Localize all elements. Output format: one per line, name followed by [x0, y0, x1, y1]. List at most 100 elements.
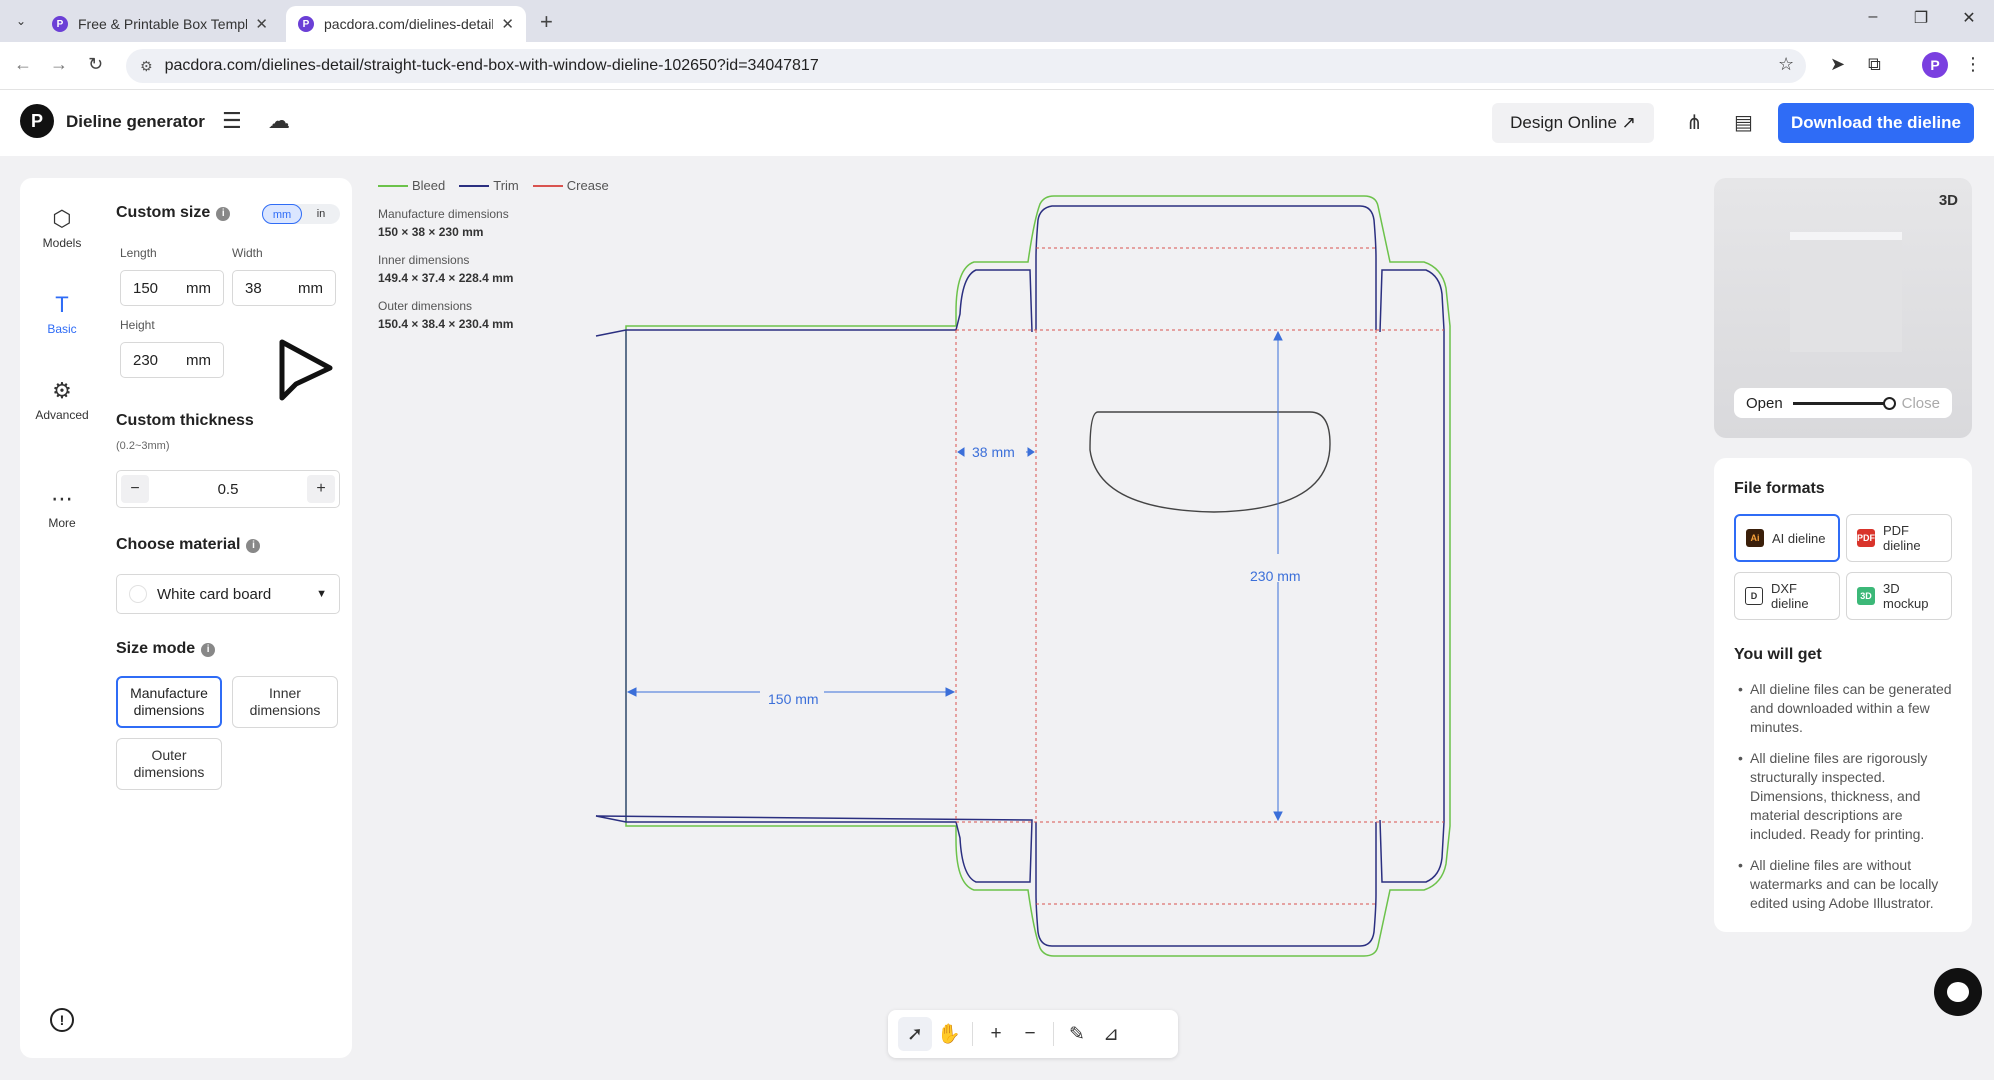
dim-label: Inner dimensions: [378, 253, 470, 267]
length-input[interactable]: 150 mm: [120, 270, 224, 306]
crease-lines: [955, 247, 1444, 905]
zoom-in-icon[interactable]: +: [979, 1017, 1013, 1051]
tab-close-icon[interactable]: ✕: [501, 15, 514, 33]
forward-icon[interactable]: →: [50, 54, 68, 75]
bookmark-star-icon[interactable]: ☆: [1778, 54, 1794, 75]
trim-outline: [595, 205, 1445, 947]
height-label: Height: [120, 318, 155, 332]
dieline-canvas[interactable]: [590, 190, 1460, 970]
width-input[interactable]: 38 mm: [232, 270, 336, 306]
increase-icon[interactable]: +: [306, 475, 335, 503]
url-field[interactable]: ⚙ pacdora.com/dielines-detail/straight-t…: [126, 49, 1806, 83]
format-dxf-button[interactable]: D DXF dieline: [1734, 572, 1840, 620]
height-input[interactable]: 230 mm: [120, 342, 224, 378]
size-mode-text: Size mode: [116, 640, 196, 657]
canvas-toolbar: ➚ ✋ + − ✎ ⊿: [888, 1010, 1178, 1058]
box-preview-image: [1790, 232, 1902, 352]
unit-suffix: mm: [298, 279, 323, 297]
mode-outer-button[interactable]: Outer dimensions: [116, 738, 222, 790]
decrease-icon[interactable]: −: [121, 475, 149, 503]
hand-pan-icon[interactable]: ✋: [932, 1017, 966, 1051]
rail-advanced[interactable]: ⚙ Advanced: [20, 378, 104, 422]
feedback-info-icon[interactable]: !: [50, 1008, 74, 1032]
download-dieline-button[interactable]: Download the dieline: [1778, 103, 1974, 143]
trim-swatch: [459, 184, 490, 187]
info-icon[interactable]: i: [216, 207, 231, 221]
tab-search-icon[interactable]: ⌄: [10, 10, 32, 32]
bleed-swatch: [378, 184, 408, 187]
rail-label: More: [48, 516, 76, 530]
custom-size-text: Custom size: [116, 204, 211, 221]
dim-value: 150.4 × 38.4 × 230.4 mm: [378, 317, 514, 331]
browser-tab-1[interactable]: P Free & Printable Box Templat ✕: [40, 6, 280, 42]
cloud-icon[interactable]: ☁: [268, 108, 290, 134]
file-formats-panel: File formats Ai AI dieline PDF PDF dieli…: [1714, 458, 1972, 932]
pdf-file-icon: PDF: [1857, 529, 1875, 547]
unit-in-option[interactable]: in: [302, 204, 340, 224]
share-icon[interactable]: ⋔: [1686, 110, 1703, 135]
box-library-icon[interactable]: ▤: [1734, 110, 1753, 135]
ruler-icon[interactable]: ⊿: [1094, 1017, 1128, 1051]
legend-trim: Trim: [459, 178, 519, 193]
format-3d-button[interactable]: 3D 3D mockup: [1846, 572, 1952, 620]
zoom-out-icon[interactable]: −: [1013, 1017, 1047, 1051]
material-swatch: [129, 585, 147, 603]
window-close-icon[interactable]: ✕: [1946, 8, 1992, 28]
size-mode-title: Size mode i: [116, 640, 216, 658]
unit-suffix: mm: [186, 279, 211, 297]
unit-toggle[interactable]: mm in: [262, 204, 340, 224]
new-tab-icon[interactable]: +: [540, 9, 553, 35]
material-select[interactable]: White card board ▼: [116, 574, 340, 614]
mode-inner-button[interactable]: Inner dimensions: [232, 676, 338, 728]
format-ai-button[interactable]: Ai AI dieline: [1734, 514, 1840, 562]
info-icon[interactable]: i: [246, 539, 261, 553]
browser-menu-icon[interactable]: ⋮: [1964, 54, 1982, 75]
chat-bubble-icon: [1947, 982, 1969, 1002]
rail-label: Models: [42, 236, 82, 250]
list-item: All dieline files are without watermarks…: [1738, 856, 1960, 913]
open-close-slider[interactable]: Open Close: [1734, 388, 1952, 418]
bleed-outline: [625, 195, 1451, 957]
rail-models[interactable]: ⬡ Models: [20, 206, 104, 250]
minimize-icon[interactable]: –: [1850, 8, 1896, 26]
window-cutout: [1089, 411, 1331, 513]
rail-label: Advanced: [35, 408, 89, 422]
rail-label: Basic: [47, 322, 77, 336]
toolbar-divider: [972, 1022, 973, 1046]
format-label: AI dieline: [1772, 530, 1826, 546]
legend-bleed: Bleed: [378, 178, 445, 193]
thickness-stepper[interactable]: − 0.5 +: [116, 470, 340, 508]
extensions-icon[interactable]: ⧉: [1868, 54, 1881, 75]
pacdora-logo-icon[interactable]: P: [20, 104, 54, 138]
rail-basic[interactable]: T Basic: [20, 292, 104, 336]
info-icon[interactable]: i: [201, 643, 216, 657]
reload-icon[interactable]: ↻: [88, 54, 103, 75]
design-online-button[interactable]: Design Online ↗: [1492, 103, 1654, 143]
mode-manufacture-button[interactable]: Manufacture dimensions: [116, 676, 222, 728]
unit-mm-option[interactable]: mm: [262, 204, 302, 224]
url-text: pacdora.com/dielines-detail/straight-tuc…: [164, 57, 819, 74]
settings-panel: ⬡ Models T Basic ⚙ Advanced ⋯ More ! Cus…: [20, 178, 352, 1058]
slider-track[interactable]: [1792, 396, 1896, 410]
back-icon[interactable]: ←: [14, 54, 32, 75]
restore-icon[interactable]: ❐: [1898, 8, 1944, 28]
file-formats-title: File formats: [1734, 480, 1825, 497]
site-settings-icon[interactable]: ⚙: [140, 58, 153, 75]
3d-badge[interactable]: 3D: [1939, 192, 1958, 209]
material-title-text: Choose material: [116, 536, 241, 553]
cube-icon: ⬡: [52, 206, 72, 231]
send-icon[interactable]: ➤: [1830, 54, 1845, 75]
pencil-icon[interactable]: ✎: [1060, 1017, 1094, 1051]
3d-preview[interactable]: 3D Open Close: [1714, 178, 1972, 438]
slider-knob[interactable]: [1882, 396, 1896, 410]
browser-tab-2[interactable]: P pacdora.com/dielines-detail/ ✕: [286, 6, 526, 42]
chat-support-button[interactable]: [1934, 968, 1982, 1016]
select-pointer-icon[interactable]: ➚: [898, 1017, 932, 1051]
rail-more[interactable]: ⋯ More: [20, 486, 104, 530]
tab-close-icon[interactable]: ✕: [255, 15, 268, 33]
profile-avatar[interactable]: P: [1922, 52, 1948, 78]
line-legend: Bleed Trim Crease: [378, 178, 623, 193]
format-pdf-button[interactable]: PDF PDF dieline: [1846, 514, 1952, 562]
hamburger-menu-icon[interactable]: ☰: [222, 108, 242, 134]
app-header: P Dieline generator ☰ ☁ Design Online ↗ …: [0, 90, 1994, 156]
